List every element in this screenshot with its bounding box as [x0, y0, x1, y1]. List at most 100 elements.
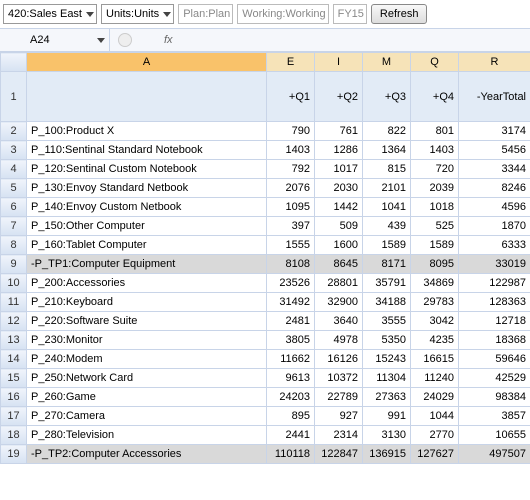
product-label[interactable]: P_220:Software Suite	[27, 312, 267, 331]
row-header-9[interactable]: 9	[1, 255, 27, 274]
data-cell[interactable]: 2441	[267, 426, 315, 445]
select-all-corner[interactable]	[1, 53, 27, 72]
product-label[interactable]: -P_TP2:Computer Accessories	[27, 445, 267, 464]
pov-entity-dropdown[interactable]: 420:Sales East	[3, 4, 97, 24]
data-cell[interactable]: 31492	[267, 293, 315, 312]
data-cell[interactable]: 3174	[459, 122, 530, 141]
data-cell[interactable]: 8246	[459, 179, 530, 198]
column-header-A[interactable]: A	[27, 53, 267, 72]
data-cell[interactable]: 98384	[459, 388, 530, 407]
data-cell[interactable]: 110118	[267, 445, 315, 464]
data-cell[interactable]: 1442	[315, 198, 363, 217]
data-cell[interactable]: 2076	[267, 179, 315, 198]
data-cell[interactable]: 29783	[411, 293, 459, 312]
data-cell[interactable]: 35791	[363, 274, 411, 293]
data-cell[interactable]: 790	[267, 122, 315, 141]
product-label[interactable]: P_230:Monitor	[27, 331, 267, 350]
data-cell[interactable]: 11662	[267, 350, 315, 369]
product-label[interactable]: P_150:Other Computer	[27, 217, 267, 236]
data-cell[interactable]: 27363	[363, 388, 411, 407]
quarter-header[interactable]: -YearTotal	[459, 72, 530, 122]
data-cell[interactable]: 24203	[267, 388, 315, 407]
data-cell[interactable]: 1044	[411, 407, 459, 426]
data-cell[interactable]: 3857	[459, 407, 530, 426]
pov-measure-dropdown[interactable]: Units:Units	[101, 4, 174, 24]
data-cell[interactable]: 34869	[411, 274, 459, 293]
quarter-header[interactable]	[27, 72, 267, 122]
data-cell[interactable]: 11240	[411, 369, 459, 388]
data-cell[interactable]: 3640	[315, 312, 363, 331]
product-label[interactable]: P_250:Network Card	[27, 369, 267, 388]
row-header-3[interactable]: 3	[1, 141, 27, 160]
data-cell[interactable]: 3042	[411, 312, 459, 331]
data-cell[interactable]: 1403	[267, 141, 315, 160]
row-header-18[interactable]: 18	[1, 426, 27, 445]
data-cell[interactable]: 397	[267, 217, 315, 236]
column-header-I[interactable]: I	[315, 53, 363, 72]
data-cell[interactable]: 1589	[363, 236, 411, 255]
row-header-17[interactable]: 17	[1, 407, 27, 426]
data-cell[interactable]: 525	[411, 217, 459, 236]
data-cell[interactable]: 8171	[363, 255, 411, 274]
column-header-R[interactable]: R	[459, 53, 530, 72]
row-header-12[interactable]: 12	[1, 312, 27, 331]
data-cell[interactable]: 10655	[459, 426, 530, 445]
data-cell[interactable]: 2770	[411, 426, 459, 445]
data-cell[interactable]: 1403	[411, 141, 459, 160]
data-cell[interactable]: 439	[363, 217, 411, 236]
data-cell[interactable]: 8645	[315, 255, 363, 274]
data-cell[interactable]: 4978	[315, 331, 363, 350]
data-cell[interactable]: 16615	[411, 350, 459, 369]
data-cell[interactable]: 801	[411, 122, 459, 141]
data-cell[interactable]: 3344	[459, 160, 530, 179]
data-cell[interactable]: 122987	[459, 274, 530, 293]
data-cell[interactable]: 122847	[315, 445, 363, 464]
data-cell[interactable]: 8108	[267, 255, 315, 274]
row-header-7[interactable]: 7	[1, 217, 27, 236]
row-header-10[interactable]: 10	[1, 274, 27, 293]
row-header-6[interactable]: 6	[1, 198, 27, 217]
row-header-2[interactable]: 2	[1, 122, 27, 141]
data-cell[interactable]: 11304	[363, 369, 411, 388]
data-cell[interactable]: 2481	[267, 312, 315, 331]
data-cell[interactable]: 1555	[267, 236, 315, 255]
data-cell[interactable]: 15243	[363, 350, 411, 369]
product-label[interactable]: -P_TP1:Computer Equipment	[27, 255, 267, 274]
row-header-1[interactable]: 1	[1, 72, 27, 122]
data-cell[interactable]: 24029	[411, 388, 459, 407]
data-cell[interactable]: 1018	[411, 198, 459, 217]
product-label[interactable]: P_120:Sentinal Custom Notebook	[27, 160, 267, 179]
data-cell[interactable]: 22789	[315, 388, 363, 407]
data-cell[interactable]: 136915	[363, 445, 411, 464]
data-cell[interactable]: 28801	[315, 274, 363, 293]
row-header-11[interactable]: 11	[1, 293, 27, 312]
data-cell[interactable]: 1095	[267, 198, 315, 217]
data-cell[interactable]: 34188	[363, 293, 411, 312]
spreadsheet-grid[interactable]: AEIMQR1+Q1+Q2+Q3+Q4-YearTotal2P_100:Prod…	[0, 52, 530, 464]
row-header-16[interactable]: 16	[1, 388, 27, 407]
product-label[interactable]: P_240:Modem	[27, 350, 267, 369]
data-cell[interactable]: 1600	[315, 236, 363, 255]
quarter-header[interactable]: +Q2	[315, 72, 363, 122]
row-header-8[interactable]: 8	[1, 236, 27, 255]
product-label[interactable]: P_110:Sentinal Standard Notebook	[27, 141, 267, 160]
data-cell[interactable]: 59646	[459, 350, 530, 369]
data-cell[interactable]: 1589	[411, 236, 459, 255]
data-cell[interactable]: 23526	[267, 274, 315, 293]
data-cell[interactable]: 2039	[411, 179, 459, 198]
data-cell[interactable]: 895	[267, 407, 315, 426]
product-label[interactable]: P_160:Tablet Computer	[27, 236, 267, 255]
product-label[interactable]: P_210:Keyboard	[27, 293, 267, 312]
data-cell[interactable]: 4235	[411, 331, 459, 350]
data-cell[interactable]: 9613	[267, 369, 315, 388]
data-cell[interactable]: 4596	[459, 198, 530, 217]
row-header-19[interactable]: 19	[1, 445, 27, 464]
data-cell[interactable]: 32900	[315, 293, 363, 312]
formula-input[interactable]	[185, 29, 530, 51]
data-cell[interactable]: 1017	[315, 160, 363, 179]
data-cell[interactable]: 5456	[459, 141, 530, 160]
data-cell[interactable]: 792	[267, 160, 315, 179]
quarter-header[interactable]: +Q1	[267, 72, 315, 122]
data-cell[interactable]: 1870	[459, 217, 530, 236]
data-cell[interactable]: 12718	[459, 312, 530, 331]
